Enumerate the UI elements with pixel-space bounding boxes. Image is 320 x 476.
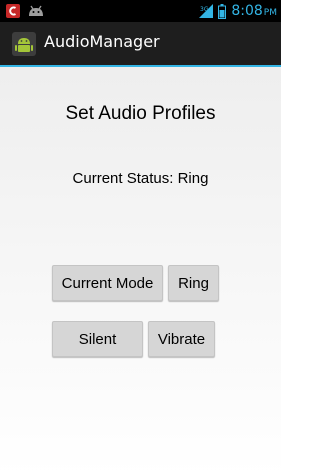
status-bar-time: 8:08PM (231, 3, 277, 19)
status-bar: 3G 8:08PM (0, 0, 281, 22)
app-title: AudioManager (44, 32, 160, 51)
current-status-text: Current Status: Ring (72, 170, 209, 187)
silent-button[interactable]: Silent (52, 321, 143, 357)
main-content: Set Audio Profiles Current Status: Ring … (0, 67, 281, 476)
svg-text:3G: 3G (200, 6, 209, 13)
current-mode-button[interactable]: Current Mode (52, 265, 163, 301)
notification-app-icon (6, 4, 20, 18)
page-heading: Set Audio Profiles (65, 103, 216, 124)
status-bar-system: 3G 8:08PM (199, 0, 277, 22)
ring-button[interactable]: Ring (168, 265, 219, 301)
action-bar: AudioManager (0, 22, 281, 67)
status-bar-notifications (6, 3, 44, 19)
android-debug-icon (29, 5, 43, 16)
android-app-icon[interactable] (12, 32, 36, 56)
battery-icon (218, 3, 227, 19)
signal-icon: 3G (199, 4, 214, 18)
vibrate-button[interactable]: Vibrate (148, 321, 215, 357)
status-bar-ampm: PM (263, 8, 277, 18)
